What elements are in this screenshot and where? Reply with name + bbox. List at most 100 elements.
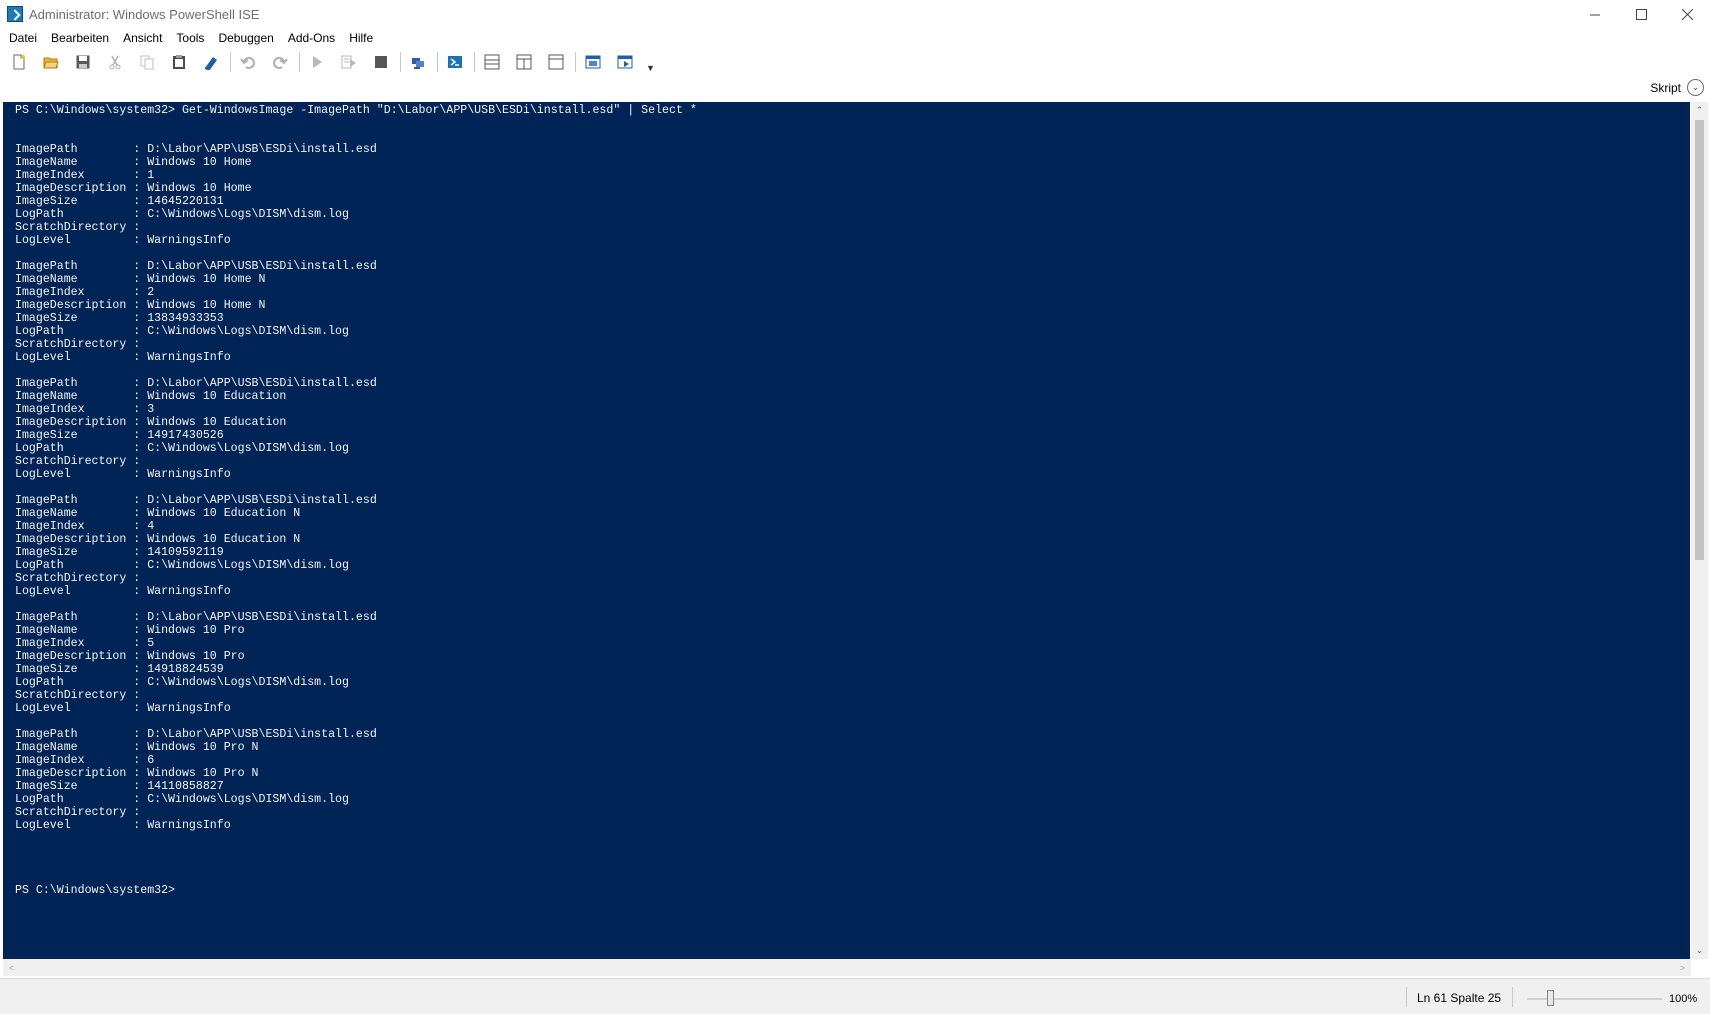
minimize-button[interactable] bbox=[1572, 0, 1618, 28]
toolbar-overflow-icon[interactable]: ▼ bbox=[646, 63, 655, 73]
menu-ansicht[interactable]: Ansicht bbox=[116, 28, 169, 48]
undo-button[interactable] bbox=[235, 51, 261, 73]
close-button[interactable] bbox=[1664, 0, 1710, 28]
menu-hilfe[interactable]: Hilfe bbox=[342, 28, 380, 48]
toolbar-separator bbox=[474, 51, 475, 72]
console-line: ImageName : Windows 10 Home N bbox=[15, 273, 266, 286]
script-toggle[interactable]: Skript ⌄ bbox=[1650, 79, 1704, 96]
console-line: ImageDescription : Windows 10 Home bbox=[15, 182, 252, 195]
zoom-level: 100% bbox=[1669, 993, 1698, 1005]
console-output[interactable]: PS C:\Windows\system32> Get-WindowsImage… bbox=[3, 102, 1690, 897]
console-line: ImageDescription : Windows 10 Education … bbox=[15, 533, 301, 546]
console-line: ImageIndex : 5 bbox=[15, 637, 155, 650]
console-line: ImagePath : D:\Labor\APP\USB\ESDi\instal… bbox=[15, 260, 377, 273]
minimize-icon bbox=[1589, 14, 1600, 15]
undo-icon bbox=[240, 56, 255, 69]
save-button[interactable] bbox=[70, 51, 96, 73]
cut-button[interactable] bbox=[102, 51, 128, 73]
scroll-right-icon[interactable]: > bbox=[1674, 959, 1691, 976]
console-line: LogLevel : WarningsInfo bbox=[15, 702, 231, 715]
console-line: ImageDescription : Windows 10 Education bbox=[15, 416, 287, 429]
console-line: ImageName : Windows 10 Pro N bbox=[15, 741, 259, 754]
open-file-button[interactable] bbox=[38, 51, 64, 73]
console-line: ImageSize : 14110858827 bbox=[15, 780, 224, 793]
console-line: ImageIndex : 4 bbox=[15, 520, 155, 533]
scroll-down-icon[interactable]: ⌄ bbox=[1691, 942, 1708, 959]
show-script-maximized-icon bbox=[548, 54, 564, 69]
status-divider bbox=[1512, 987, 1513, 1007]
console-horizontal-scrollbar[interactable]: < > bbox=[3, 959, 1691, 976]
console-line: ScratchDirectory : bbox=[15, 455, 141, 468]
console-line: LogPath : C:\Windows\Logs\DISM\dism.log bbox=[15, 442, 349, 455]
new-remote-tab-button[interactable] bbox=[405, 51, 431, 73]
run-script-button[interactable] bbox=[304, 51, 330, 73]
scrollbar-thumb[interactable] bbox=[1695, 120, 1704, 560]
console-vertical-scrollbar[interactable]: ⌃ ⌄ bbox=[1691, 102, 1708, 959]
console-line: PS C:\Windows\system32> bbox=[15, 884, 176, 897]
console-line: ImagePath : D:\Labor\APP\USB\ESDi\instal… bbox=[15, 143, 377, 156]
redo-button[interactable] bbox=[267, 51, 293, 73]
scroll-left-icon[interactable]: < bbox=[3, 959, 20, 976]
new-file-button[interactable] bbox=[6, 51, 32, 73]
close-icon bbox=[1681, 8, 1693, 20]
maximize-button[interactable] bbox=[1618, 0, 1664, 28]
show-script-right-button[interactable] bbox=[511, 51, 537, 73]
console-line: LogPath : C:\Windows\Logs\DISM\dism.log bbox=[15, 208, 349, 221]
console-line: LogLevel : WarningsInfo bbox=[15, 819, 231, 832]
menu-add-ons[interactable]: Add-Ons bbox=[281, 28, 342, 48]
menu-tools[interactable]: Tools bbox=[169, 28, 211, 48]
status-divider bbox=[1406, 987, 1407, 1007]
clear-console-button[interactable] bbox=[198, 51, 224, 73]
console-line: ImagePath : D:\Labor\APP\USB\ESDi\instal… bbox=[15, 611, 377, 624]
cursor-position: Ln 61 Spalte 25 bbox=[1417, 991, 1502, 1005]
console-line: ImageIndex : 6 bbox=[15, 754, 155, 767]
console-line: ScratchDirectory : bbox=[15, 221, 141, 234]
powershell-ise-icon bbox=[7, 6, 23, 22]
console-line: ImageName : Windows 10 Education N bbox=[15, 507, 301, 520]
console-line: ScratchDirectory : bbox=[15, 806, 141, 819]
show-command-window-icon bbox=[585, 55, 601, 68]
start-powershell-button[interactable] bbox=[442, 51, 468, 73]
toolbar: ▼ bbox=[0, 48, 1710, 75]
chevron-down-icon[interactable]: ⌄ bbox=[1687, 79, 1704, 96]
save-icon bbox=[76, 55, 90, 68]
console-line: ImageIndex : 3 bbox=[15, 403, 155, 416]
paste-button[interactable] bbox=[166, 51, 192, 73]
scroll-up-icon[interactable]: ⌃ bbox=[1691, 102, 1708, 119]
show-command-addon-button[interactable] bbox=[612, 51, 638, 73]
script-pane-header: Skript ⌄ bbox=[0, 75, 1710, 101]
toolbar-separator bbox=[575, 51, 576, 72]
toolbar-separator bbox=[299, 51, 300, 72]
console-line: ImageSize : 14645220131 bbox=[15, 195, 224, 208]
stop-button[interactable] bbox=[368, 51, 394, 73]
window-controls bbox=[1572, 0, 1710, 28]
menu-debuggen[interactable]: Debuggen bbox=[211, 28, 280, 48]
show-script-top-button[interactable] bbox=[479, 51, 505, 73]
show-script-maximized-button[interactable] bbox=[543, 51, 569, 73]
console-pane[interactable]: PS C:\Windows\system32> Get-WindowsImage… bbox=[3, 102, 1690, 959]
show-command-window-button[interactable] bbox=[580, 51, 606, 73]
console-line: ScratchDirectory : bbox=[15, 338, 141, 351]
cut-icon bbox=[109, 55, 121, 69]
console-line: LogPath : C:\Windows\Logs\DISM\dism.log bbox=[15, 325, 349, 338]
console-line: ImageName : Windows 10 Home bbox=[15, 156, 252, 169]
console-line: ImageDescription : Windows 10 Pro N bbox=[15, 767, 259, 780]
run-selection-button[interactable] bbox=[336, 51, 362, 73]
console-line: LogLevel : WarningsInfo bbox=[15, 468, 231, 481]
copy-button[interactable] bbox=[134, 51, 160, 73]
zoom-slider-thumb[interactable] bbox=[1547, 990, 1555, 1006]
stop-icon bbox=[375, 55, 387, 68]
show-script-top-icon bbox=[484, 54, 500, 69]
menu-bearbeiten[interactable]: Bearbeiten bbox=[44, 28, 116, 48]
console-line: LogPath : C:\Windows\Logs\DISM\dism.log bbox=[15, 559, 349, 572]
menu-datei[interactable]: Datei bbox=[2, 28, 44, 48]
console-line: ImageSize : 14918824539 bbox=[15, 663, 224, 676]
